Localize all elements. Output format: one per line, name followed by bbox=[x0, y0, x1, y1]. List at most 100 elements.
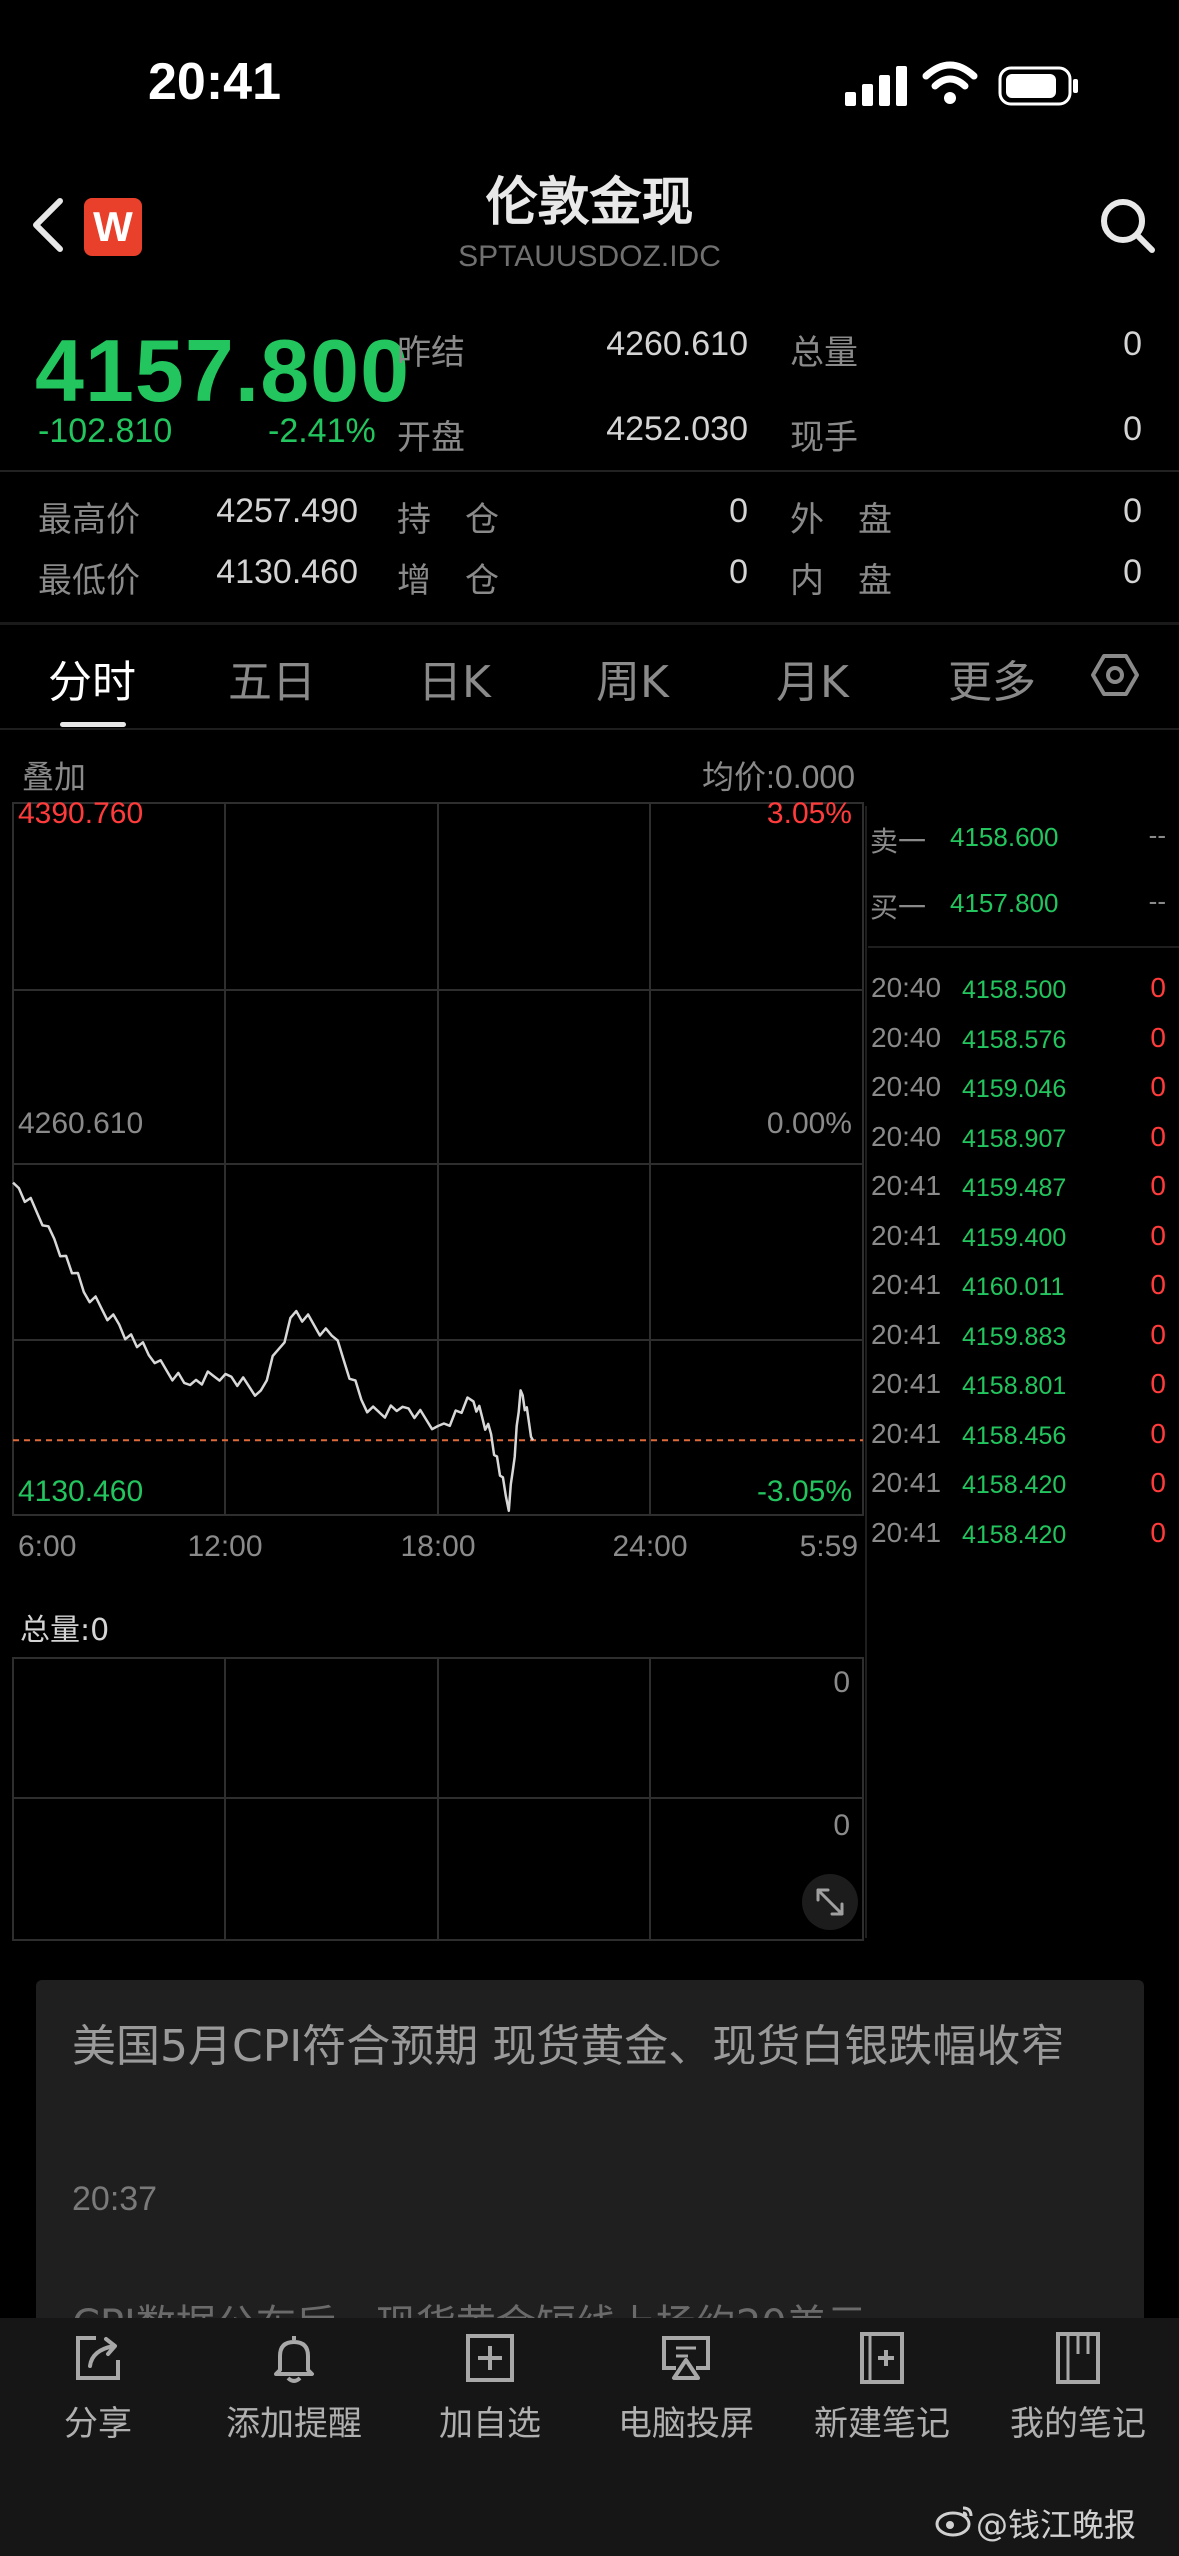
volume-total-label: 总量:0 bbox=[20, 1613, 110, 1648]
add-alert-label: 添加提醒 bbox=[226, 2404, 362, 2444]
trade-price: 4159.400 bbox=[962, 1223, 1067, 1252]
bell-icon bbox=[274, 2336, 314, 2383]
outer-volume-label: 外 盘 bbox=[790, 500, 892, 540]
x-tick-label: 24:00 bbox=[612, 1530, 687, 1563]
trade-price: 4158.456 bbox=[962, 1421, 1067, 1450]
inner-volume-value: 0 bbox=[1123, 553, 1142, 591]
y-axis-bottom-pct: -3.05% bbox=[757, 1475, 852, 1508]
bid1-price: 4157.800 bbox=[950, 888, 1059, 918]
new-note-button[interactable]: 新建笔记 bbox=[784, 2330, 980, 2445]
open-interest-value: 0 bbox=[729, 492, 748, 530]
volume-chart: 0 0 bbox=[12, 1657, 864, 1941]
y-axis-top-pct: 3.05% bbox=[767, 797, 852, 830]
ask1-label: 卖一 bbox=[870, 825, 927, 858]
intraday-chart: 4390.760 3.05% 4260.610 0.00% 4130.460 -… bbox=[12, 797, 864, 1563]
y-axis-mid-price: 4260.610 bbox=[18, 1107, 143, 1140]
x-tick-label: 12:00 bbox=[187, 1530, 262, 1563]
x-tick-label: 18:00 bbox=[400, 1530, 475, 1563]
open-label: 开盘 bbox=[397, 418, 465, 458]
tab-daily-k[interactable]: 日K bbox=[418, 646, 491, 710]
screen-cast-label: 电脑投屏 bbox=[618, 2404, 754, 2444]
news-time: 20:37 bbox=[72, 2180, 158, 2218]
trade-price: 4158.420 bbox=[962, 1471, 1067, 1499]
price-change-pct: -2.41% bbox=[268, 412, 376, 450]
trade-volume: 0 bbox=[1150, 1368, 1166, 1399]
trade-volume: 0 bbox=[1150, 1120, 1166, 1152]
divider bbox=[0, 728, 1179, 730]
screen-cast-button[interactable]: 电脑投屏 bbox=[588, 2330, 784, 2445]
my-notes-button[interactable]: 我的笔记 bbox=[980, 2330, 1176, 2445]
trade-price: 4158.420 bbox=[962, 1520, 1067, 1549]
add-alert-button[interactable]: 添加提醒 bbox=[196, 2330, 392, 2445]
trade-time: 20:40 bbox=[871, 1120, 942, 1152]
bid1-volume: -- bbox=[1148, 886, 1166, 916]
active-tab-indicator bbox=[60, 722, 126, 727]
trade-volume: 0 bbox=[1150, 1071, 1166, 1102]
my-notes-label: 我的笔记 bbox=[1010, 2404, 1146, 2444]
prev-settle-value: 4260.610 bbox=[606, 325, 748, 363]
search-icon[interactable] bbox=[1098, 196, 1158, 256]
instrument-code: SPTAUUSDOZ.IDC bbox=[458, 240, 721, 273]
prev-settle-label: 昨结 bbox=[397, 333, 465, 373]
trade-time: 20:40 bbox=[871, 972, 942, 1003]
volume-axis-top: 0 bbox=[833, 1666, 850, 1699]
battery-icon bbox=[998, 66, 1078, 106]
add-watchlist-button[interactable]: 加自选 bbox=[392, 2330, 588, 2445]
trade-volume: 0 bbox=[1150, 1219, 1166, 1251]
y-axis-top-price: 4390.760 bbox=[18, 797, 143, 830]
settings-hexagon-icon[interactable] bbox=[1090, 650, 1140, 700]
trade-price: 4158.576 bbox=[962, 1025, 1067, 1054]
trade-volume: 0 bbox=[1150, 1318, 1166, 1350]
divider bbox=[0, 622, 1179, 625]
open-interest-label: 持 仓 bbox=[397, 500, 499, 540]
tab-intraday[interactable]: 分时 bbox=[48, 646, 136, 710]
new-note-icon bbox=[860, 2332, 904, 2384]
share-label: 分享 bbox=[64, 2404, 132, 2444]
trade-price: 4158.500 bbox=[962, 976, 1067, 1004]
y-axis-mid-pct: 0.00% bbox=[767, 1107, 852, 1140]
inner-volume-label: 内 盘 bbox=[790, 561, 892, 601]
x-tick-label: 5:59 bbox=[800, 1530, 858, 1563]
trade-volume: 0 bbox=[1150, 1467, 1166, 1498]
divider bbox=[868, 946, 1179, 948]
trade-price: 4158.801 bbox=[962, 1372, 1067, 1400]
trade-time: 20:41 bbox=[871, 1318, 942, 1350]
price-line bbox=[12, 1181, 535, 1513]
new-note-label: 新建笔记 bbox=[814, 2404, 950, 2444]
expand-icon[interactable] bbox=[802, 1874, 858, 1930]
trade-time: 20:41 bbox=[871, 1170, 942, 1201]
ask1-price: 4158.600 bbox=[950, 822, 1059, 852]
tab-more[interactable]: 更多 bbox=[948, 646, 1036, 710]
trade-volume: 0 bbox=[1150, 1417, 1166, 1449]
trade-time: 20:41 bbox=[871, 1219, 942, 1251]
x-tick-label: 6:00 bbox=[18, 1530, 76, 1563]
watermark: @钱江晚报 bbox=[976, 2506, 1137, 2544]
trade-time: 20:40 bbox=[871, 1021, 942, 1053]
status-time: 20:41 bbox=[148, 53, 281, 111]
trade-price: 4158.907 bbox=[962, 1124, 1067, 1153]
trade-time: 20:40 bbox=[871, 1071, 942, 1102]
trade-time: 20:41 bbox=[871, 1516, 942, 1548]
weibo-icon bbox=[935, 2506, 973, 2537]
high-label: 最高价 bbox=[38, 500, 140, 540]
oi-change-value: 0 bbox=[729, 553, 748, 591]
current-hand-value: 0 bbox=[1123, 410, 1142, 448]
share-button[interactable]: 分享 bbox=[0, 2330, 196, 2445]
last-price: 4157.800 bbox=[35, 321, 411, 420]
trade-volume: 0 bbox=[1150, 972, 1166, 1003]
tab-monthly-k[interactable]: 月K bbox=[776, 646, 849, 710]
trade-time: 20:41 bbox=[871, 1417, 942, 1449]
trade-time: 20:41 bbox=[871, 1467, 942, 1498]
plus-square-icon bbox=[466, 2334, 514, 2382]
tab-five-day[interactable]: 五日 bbox=[228, 646, 316, 710]
tab-weekly-k[interactable]: 周K bbox=[596, 646, 669, 710]
high-value: 4257.490 bbox=[216, 492, 358, 530]
volume-axis-mid: 0 bbox=[833, 1809, 850, 1842]
outer-volume-value: 0 bbox=[1123, 492, 1142, 530]
cellular-signal-icon bbox=[845, 66, 907, 106]
total-volume-value: 0 bbox=[1123, 325, 1142, 363]
share-icon bbox=[76, 2336, 120, 2380]
low-value: 4130.460 bbox=[216, 553, 358, 591]
news-headline[interactable]: 美国5月CPI符合预期 现货黄金、现货白银跌幅收窄 bbox=[72, 2012, 1112, 2082]
trade-price: 4159.487 bbox=[962, 1174, 1067, 1202]
